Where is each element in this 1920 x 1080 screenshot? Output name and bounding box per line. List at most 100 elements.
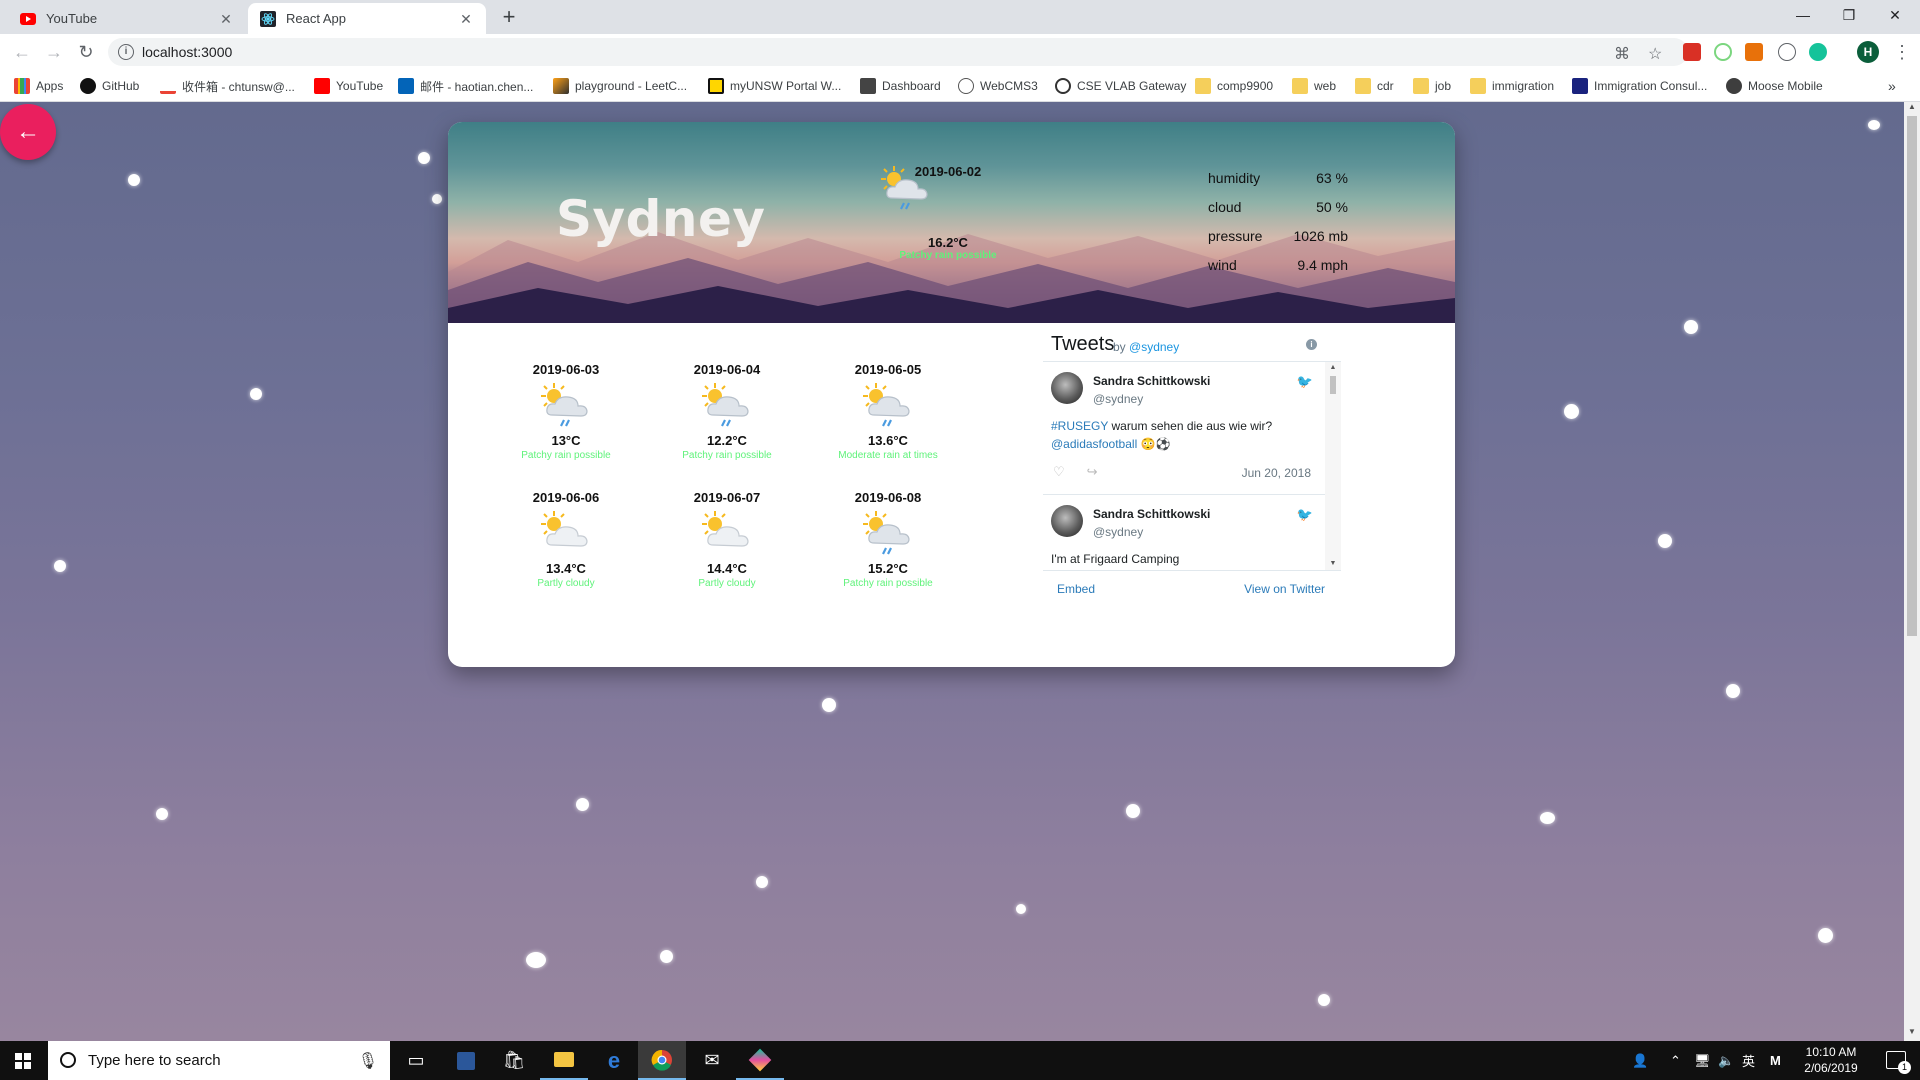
hashtag-link[interactable]: #RUSEGY [1051,419,1108,433]
people-icon[interactable]: 👤 [1632,1041,1648,1080]
bookmark-folder-immigration[interactable]: immigration [1470,77,1554,95]
url-text[interactable]: localhost:3000 [142,44,232,60]
forecast-temperature: 14.4°C [707,561,747,576]
network-icon[interactable]: 🖥 [1694,1041,1711,1080]
close-tab-icon[interactable]: ✕ [458,11,474,27]
scroll-up-arrow[interactable]: ▲ [1904,102,1920,116]
edge-browser-icon[interactable]: e [590,1041,638,1080]
tweet-author-name[interactable]: Sandra Schittkowski [1093,507,1210,521]
tweet-author-handle[interactable]: @sydney [1093,525,1143,539]
mail-app-icon[interactable]: ✉ [688,1041,736,1080]
input-method-indicator[interactable]: 英 [1742,1041,1755,1080]
tweet-date[interactable]: Jun 20, 2018 [1242,466,1311,480]
bookmark-star-icon[interactable]: ☆ [1648,44,1662,64]
scroll-up-arrow[interactable]: ▲ [1325,364,1341,371]
mention-link[interactable]: @adidasfootball [1051,437,1137,451]
tab-react-app[interactable]: React App ✕ [248,3,486,34]
avatar[interactable] [1051,505,1083,537]
minimize-button[interactable]: — [1780,0,1826,30]
tweet-author-handle[interactable]: @sydney [1093,392,1143,406]
forward-icon[interactable]: → [42,40,66,64]
bookmark-moose-mobile[interactable]: Moose Mobile [1726,77,1823,95]
extension-icon[interactable] [1714,43,1732,61]
tab-youtube[interactable]: YouTube ✕ [8,3,246,34]
scroll-thumb[interactable] [1907,116,1917,636]
bookmarks-overflow-icon[interactable]: » [1888,77,1896,95]
microphone-icon[interactable]: 🎙 [358,1051,378,1071]
word-app-icon[interactable] [442,1041,490,1080]
store-app-icon[interactable]: 🛍 [490,1041,538,1080]
heart-icon[interactable]: ♡ [1053,464,1065,479]
scroll-down-arrow[interactable]: ▼ [1904,1027,1920,1041]
tab-title: YouTube [46,11,98,26]
new-tab-button[interactable]: + [496,5,522,31]
gitkraken-app-icon[interactable] [736,1041,784,1080]
tweet[interactable]: Sandra Schittkowski @sydney 🐦 #RUSEGY wa… [1043,362,1325,495]
forecast-day: 2019-06-05 13.6°C Moderate rain at times [818,362,958,461]
tweet-author-name[interactable]: Sandra Schittkowski [1093,374,1210,388]
extension-icon[interactable] [1778,43,1796,61]
tweet-list[interactable]: Sandra Schittkowski @sydney 🐦 #RUSEGY wa… [1043,361,1341,571]
bookmark-myunsw[interactable]: myUNSW Portal W... [708,77,841,95]
extension-off-icon[interactable] [1745,43,1763,61]
close-tab-icon[interactable]: ✕ [218,11,234,27]
chrome-app-icon[interactable] [638,1041,686,1080]
twitter-bird-icon[interactable]: 🐦 [1297,374,1313,390]
bookmark-immigration-consul[interactable]: Immigration Consul... [1572,77,1707,95]
profile-avatar[interactable]: H [1857,41,1879,63]
taskbar-clock[interactable]: 10:10 AM 2/06/2019 [1796,1044,1866,1076]
close-window-button[interactable]: ✕ [1872,0,1918,30]
back-button[interactable]: ← [0,104,56,160]
bookmark-folder-job[interactable]: job [1413,77,1451,95]
tweet-text: #RUSEGY warum sehen die aus wie wir? @ad… [1051,417,1311,453]
bookmark-folder-web[interactable]: web [1292,77,1336,95]
menu-kebab-icon[interactable]: ⋮ [1890,40,1914,64]
bookmark-dashboard[interactable]: Dashboard [860,77,941,95]
bookmark-label: 收件箱 - chtunsw@... [182,79,295,94]
tweet-list-scrollbar[interactable]: ▲ ▼ [1325,362,1341,570]
grammarly-icon[interactable] [1809,43,1827,61]
snowflake [432,194,442,204]
sun-cloud-rain-icon [878,166,1018,235]
share-icon[interactable]: ↪ [1087,464,1098,479]
view-on-twitter-link[interactable]: View on Twitter [1244,582,1325,596]
twitter-bird-icon[interactable]: 🐦 [1297,507,1313,523]
avatar[interactable] [1051,372,1083,404]
restore-button[interactable]: ❐ [1826,0,1872,30]
bookmark-folder-comp9900[interactable]: comp9900 [1195,77,1273,95]
bookmark-youtube[interactable]: YouTube [314,77,383,95]
tray-chevron-icon[interactable]: ⌃ [1670,1041,1681,1080]
site-info-icon[interactable]: i [118,44,134,60]
translate-icon[interactable]: ⌘ [1614,44,1630,64]
scroll-down-arrow[interactable]: ▼ [1325,560,1341,567]
taskbar-search-box[interactable]: Type here to search 🎙 [48,1041,390,1080]
extension-icon[interactable] [1683,43,1701,61]
bookmark-apps[interactable]: Apps [14,77,63,95]
bookmark-webcms3[interactable]: WebCMS3 [958,77,1038,95]
bookmark-cse-vlab[interactable]: CSE VLAB Gateway [1055,77,1186,95]
bookmark-leetcode[interactable]: playground - LeetC... [553,77,687,95]
start-button[interactable] [0,1041,46,1080]
file-explorer-icon[interactable] [540,1041,588,1080]
today-weather: 2019-06-02 16.2°C Patchy rain possible [878,164,1018,261]
folder-icon [1470,78,1486,94]
info-icon[interactable]: i [1306,339,1317,350]
address-bar[interactable]: i localhost:3000 ⌘ ☆ [108,38,1688,66]
snowflake [54,560,66,572]
embed-link[interactable]: Embed [1057,582,1095,596]
bookmark-gmail[interactable]: 收件箱 - chtunsw@... [160,77,295,95]
bookmark-outlook[interactable]: 邮件 - haotian.chen... [398,77,533,95]
reload-icon[interactable]: ↻ [74,40,98,64]
bookmark-folder-cdr[interactable]: cdr [1355,77,1394,95]
timeline-handle-link[interactable]: @sydney [1129,340,1179,354]
scroll-thumb[interactable] [1330,376,1336,394]
volume-icon[interactable]: 🔈 [1718,1041,1734,1080]
notification-center-icon[interactable]: 1 [1886,1051,1911,1074]
page-scrollbar[interactable]: ▲ ▼ [1904,102,1920,1041]
tweet[interactable]: Sandra Schittkowski @sydney 🐦 I'm at Fri… [1043,495,1325,570]
bookmark-github[interactable]: GitHub [80,77,139,95]
task-view-icon[interactable]: ▭ [392,1041,440,1080]
bookmark-label: Moose Mobile [1748,79,1823,93]
back-icon[interactable]: ← [10,40,34,64]
gmail-tray-icon[interactable]: M [1770,1041,1781,1080]
